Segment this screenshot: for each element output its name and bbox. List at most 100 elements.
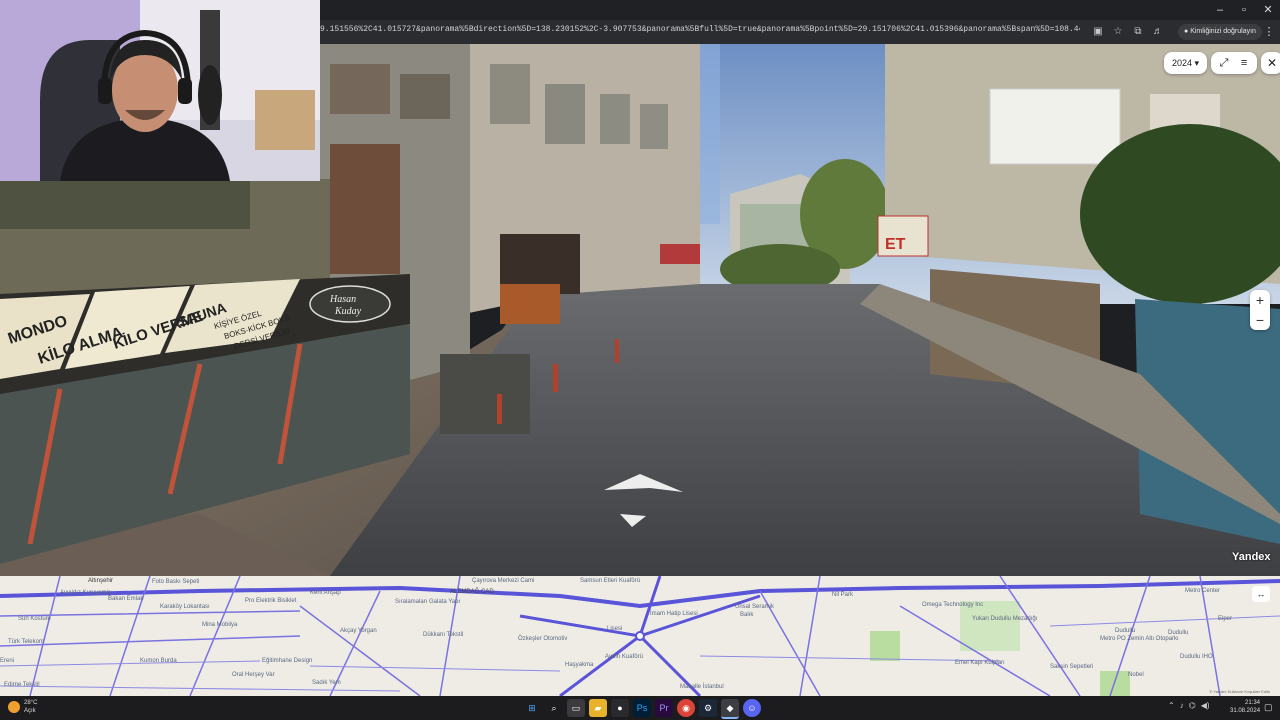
close-panorama-button[interactable]: ✕ [1261,52,1280,74]
map-label: Sadık Yem [312,680,341,686]
map-label: Edirne Tekstil [4,682,40,688]
sign-kuday: Kuday [334,306,362,317]
window [640,104,668,149]
street-label: ALEMDAĞ CAD. [450,589,496,595]
map-label: Dudullu IHO [1180,654,1213,660]
minimize-button[interactable]: – [1208,0,1232,20]
cafe-seating [500,284,560,324]
map-expand-button[interactable]: ↔ [1252,586,1270,602]
map-label: Metro PO Zemin Altı Otoparkı [1100,636,1179,642]
weather-temp: 28°C [24,700,38,706]
right-window [989,88,1121,165]
star-icon[interactable]: ☆ [1110,24,1126,40]
panorama-top-controls: 2024 ▾ ⤢ ≡ ✕ [1164,52,1280,74]
map-label: Altınşehir [88,578,114,584]
app-icon[interactable]: ◆ [721,699,739,719]
map-label: Türk Telekom [8,639,44,645]
premiere-icon[interactable]: Pr [655,699,673,717]
notification-icon[interactable]: ▢ [1264,702,1273,713]
window [330,64,390,114]
profile-label: Kimliğinizi doğrulayın [1190,28,1256,35]
cardboard-box [255,90,315,150]
clock-time: 21:34 [1244,700,1260,706]
steam-icon[interactable]: ⚙ [699,699,717,717]
map-label: Balık [740,612,754,618]
map-label: Kumon Burda [140,658,177,664]
map-label: Ünsal Seramik [735,604,775,610]
folder-icon[interactable]: ▰ [589,699,607,717]
map-label: Oral Herşey Var [232,672,275,678]
map-label: Akçay Yorgan [340,628,377,634]
menu-icon[interactable]: ≡ [1235,57,1253,69]
weather-moon-icon [8,701,20,713]
map-label: Foto Baskı Sepeti [152,579,200,585]
window [490,64,530,124]
map-label: Sun Kostüm [18,616,51,622]
microphone [198,65,222,125]
windows-taskbar: 28°C Açık ⊞ ⌕ ▭ ▰ ● Ps Pr ◉ ⚙ ◆ ☺ ⌃ ♪ ⌬ … [0,696,1280,720]
headphone-cup [98,78,112,104]
weather-widget[interactable]: 28°C Açık [8,699,37,715]
map-label: İmam Hatip Lisesi [650,611,698,617]
maximize-button[interactable]: ▫ [1232,0,1256,20]
file-explorer-icon[interactable]: ▭ [567,699,585,717]
browser-menu-icon[interactable]: ⋮ [1262,24,1276,40]
headphone-cup [178,78,192,104]
window-controls: – ▫ ✕ [1208,0,1280,20]
zoom-controls: + − [1250,290,1270,330]
url-field[interactable]: 9.151556%2C41.015727&panorama%5Bdirectio… [320,25,1080,34]
taskbar-apps: ⊞ ⌕ ▭ ▰ ● Ps Pr ◉ ⚙ ◆ ☺ [523,699,761,719]
bollard [497,394,502,424]
volume-icon[interactable]: ◀) [1201,701,1210,710]
location-marker[interactable] [635,631,645,641]
network-icon[interactable]: ⌬ [1189,701,1196,710]
window [400,74,450,119]
map-label: Dudullu [1115,628,1136,634]
zoom-out-button[interactable]: − [1250,310,1270,330]
map-label: Pro Elektrik Bisiklet [245,598,297,604]
profile-button[interactable]: ● Kimliğinizi doğrulayın [1178,24,1262,40]
open-external-icon[interactable]: ⤢ [1215,57,1233,70]
close-window-button[interactable]: ✕ [1256,0,1280,20]
map-label: Samsun Etleri Kuaförü [580,578,641,584]
webcam-image [0,0,320,181]
weather-condition: Açık [24,708,36,714]
map-label: Ereni [0,658,15,664]
windows-icon[interactable]: ⊞ [523,699,541,717]
map-label: Kent Ahşap [310,590,341,596]
map-label: Dükkanı Tekstil [423,632,464,638]
webcam-overlay [0,0,320,181]
window [600,94,630,144]
mini-map[interactable]: Altınşehir Foto Baskı Sepeti Ayyıldız Ku… [0,576,1280,696]
system-tray: ⌃ ♪ ⌬ ◀) [1168,701,1210,710]
sign-hasan: Hasan [329,294,356,305]
zoom-in-button[interactable]: + [1250,290,1270,310]
photoshop-icon[interactable]: Ps [633,699,651,717]
map-label: Emel Kapı Kulpları [955,660,1005,666]
red-awning [660,244,700,264]
tray-chevron-icon[interactable]: ⌃ [1168,701,1175,710]
chrome-icon[interactable]: ◉ [677,699,695,717]
park-area [870,631,900,661]
map-label: Lisesi [607,626,623,632]
discord-icon[interactable]: ☺ [743,699,761,717]
weather-text: 28°C Açık [24,699,37,715]
search-icon[interactable]: ⌕ [545,699,563,717]
extensions-icon[interactable]: ⧉ [1130,24,1146,40]
map-label: Aydın Kuaförü [605,654,643,660]
map-label: Eğitimhane Design [262,658,313,664]
cast-icon[interactable]: ▣ [1090,24,1106,40]
trash-bin [440,354,530,434]
mic-icon[interactable]: ♪ [1180,701,1184,710]
clock[interactable]: 21:34 31.08.2024 [1230,699,1260,715]
obs-icon[interactable]: ● [611,699,629,717]
map-label: Karaköy Lokantası [160,604,210,610]
cemetery-area [960,601,1020,651]
yandex-logo: Yandex [1232,551,1271,563]
map-label: Nil Park [832,592,854,598]
year-select[interactable]: 2024 ▾ [1164,52,1208,74]
map-roads [0,576,1280,696]
media-icon[interactable]: ♬ [1150,24,1166,40]
map-label: Nobel [1128,672,1144,678]
window [545,84,585,144]
